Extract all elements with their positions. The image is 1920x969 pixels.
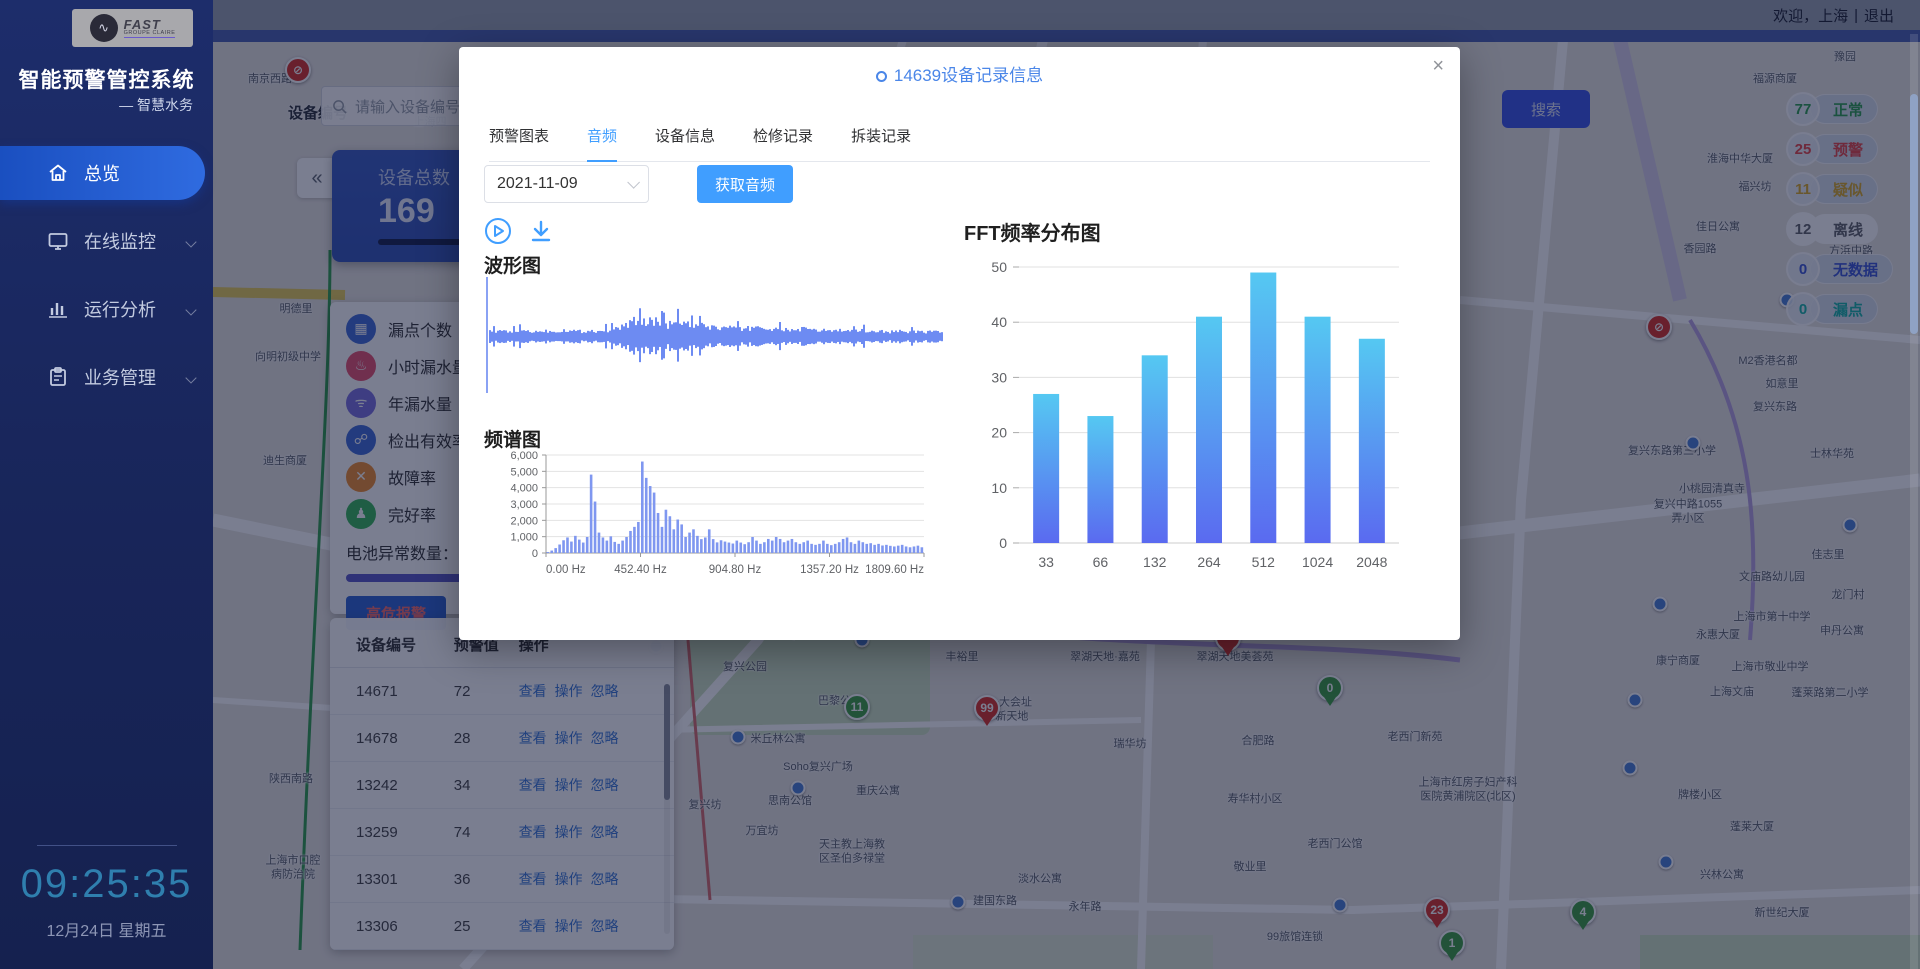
chevron-down-icon (185, 304, 196, 315)
fft-bar-chart: 0 10 20 30 40 50 33 66 132 264 512 1024 2048 (964, 245, 1424, 610)
spectrum-title: 频谱图 (484, 425, 541, 452)
date-select[interactable]: 2021-11-09 (484, 165, 649, 203)
svg-text:904.80 Hz: 904.80 Hz (709, 564, 762, 576)
tab-device-info[interactable]: 设备信息 (655, 115, 715, 161)
tab-disassembly-record[interactable]: 拆装记录 (851, 115, 911, 161)
page-scrollbar-thumb[interactable] (1910, 94, 1918, 334)
svg-text:4,000: 4,000 (510, 483, 538, 495)
modal-tabs: 预警图表音频设备信息检修记录拆装记录 (489, 115, 1430, 162)
svg-text:512: 512 (1252, 554, 1276, 570)
clock-divider (37, 845, 177, 846)
sidebar-item-overview[interactable]: 总览 (0, 146, 205, 200)
bar-chart-icon (46, 297, 70, 321)
svg-text:2048: 2048 (1356, 554, 1387, 570)
svg-text:33: 33 (1038, 554, 1054, 570)
waveform-logo-icon: ∿ (90, 14, 118, 42)
sidebar-item-online-monitor[interactable]: 在线监控 (0, 214, 213, 268)
sidebar-item-run-analysis[interactable]: 运行分析 (0, 282, 213, 336)
chevron-down-icon (627, 176, 640, 189)
sidebar-menu: 总览在线监控运行分析业务管理 (0, 146, 213, 418)
chevron-down-icon (185, 236, 196, 247)
sidebar-item-business-mgmt[interactable]: 业务管理 (0, 350, 213, 404)
clock-box: 09:25:35 12月24日 星期五 (0, 845, 213, 941)
fft-title: FFT频率分布图 (964, 217, 1101, 246)
svg-text:20: 20 (991, 425, 1007, 441)
page-scrollbar[interactable] (1910, 34, 1918, 969)
logo-brand: FAST (124, 18, 176, 31)
tab-warning-chart[interactable]: 预警图表 (489, 115, 549, 161)
clock-date: 12月24日 星期五 (0, 917, 213, 941)
svg-text:3,000: 3,000 (510, 499, 538, 511)
spectrum-chart: 6,000 5,000 4,000 3,000 2,000 1,000 0 0.00 Hz 45… (484, 449, 944, 594)
record-ring-icon (876, 71, 887, 82)
tab-repair-record[interactable]: 检修记录 (753, 115, 813, 161)
svg-text:264: 264 (1197, 554, 1221, 570)
fetch-audio-button[interactable]: 获取音频 (697, 165, 793, 203)
tab-audio[interactable]: 音频 (587, 115, 617, 162)
svg-text:0: 0 (999, 535, 1007, 551)
home-icon (46, 161, 70, 185)
company-logo: ∿ FAST GROUPE CLAIRE (72, 9, 193, 47)
svg-text:10: 10 (991, 480, 1007, 496)
app-root: ∿ FAST GROUPE CLAIRE 智能预警管控系统 — 智慧水务 总览在… (0, 0, 1920, 969)
sidebar-item-label: 在线监控 (84, 228, 156, 254)
play-icon[interactable] (484, 217, 512, 245)
sidebar-item-label: 运行分析 (84, 296, 156, 322)
svg-text:1024: 1024 (1302, 554, 1333, 570)
clipboard-icon (46, 365, 70, 389)
sidebar-item-label: 业务管理 (84, 364, 156, 390)
svg-text:40: 40 (991, 314, 1007, 330)
svg-text:1357.20 Hz: 1357.20 Hz (800, 564, 859, 576)
app-title: 智能预警管控系统 (0, 64, 213, 94)
svg-text:132: 132 (1143, 554, 1167, 570)
sidebar-item-label: 总览 (84, 160, 120, 186)
waveform-chart (484, 275, 944, 400)
svg-text:6,000: 6,000 (510, 450, 538, 462)
waveform-svg (484, 275, 944, 395)
chevron-down-icon (185, 372, 196, 383)
fft-svg: 0 10 20 30 40 50 33 66 132 264 512 1024 2048 (964, 245, 1424, 605)
svg-text:1,000: 1,000 (510, 532, 538, 544)
svg-text:0.00 Hz: 0.00 Hz (546, 564, 586, 576)
app-subtitle: — 智慧水务 (119, 95, 193, 115)
svg-text:50: 50 (991, 259, 1007, 275)
svg-text:0: 0 (532, 548, 538, 560)
svg-text:452.40 Hz: 452.40 Hz (614, 564, 667, 576)
device-record-modal: 14639设备记录信息 × 预警图表音频设备信息检修记录拆装记录 2021-11… (459, 47, 1460, 640)
waveform-title: 波形图 (484, 251, 541, 278)
close-icon[interactable]: × (1432, 55, 1444, 78)
modal-title: 14639设备记录信息 (459, 61, 1460, 86)
svg-text:2,000: 2,000 (510, 515, 538, 527)
svg-text:1809.60 Hz: 1809.60 Hz (865, 564, 924, 576)
download-icon[interactable] (528, 218, 554, 244)
date-select-value: 2021-11-09 (497, 175, 578, 193)
sidebar: ∿ FAST GROUPE CLAIRE 智能预警管控系统 — 智慧水务 总览在… (0, 0, 213, 969)
svg-text:5,000: 5,000 (510, 466, 538, 478)
logo-brand-sub: GROUPE CLAIRE (124, 31, 176, 39)
spectrum-svg: 6,000 5,000 4,000 3,000 2,000 1,000 0 0.00 Hz 45… (484, 449, 944, 589)
svg-text:30: 30 (991, 369, 1007, 385)
clock-time: 09:25:35 (0, 862, 213, 907)
monitor-icon (46, 229, 70, 253)
svg-text:66: 66 (1093, 554, 1109, 570)
